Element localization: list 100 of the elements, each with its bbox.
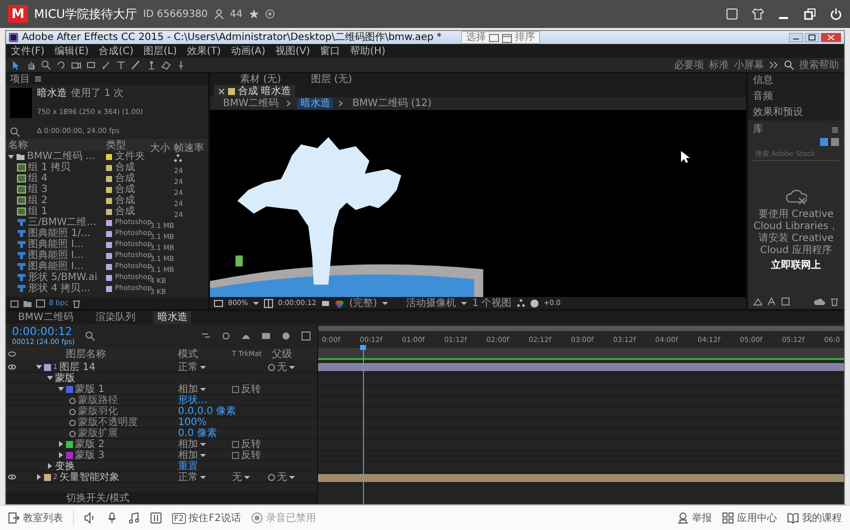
pickwhip-icon[interactable] bbox=[268, 474, 275, 480]
column-header[interactable]: 大小 bbox=[150, 142, 170, 154]
bottom-bar-link[interactable]: 应用中心 bbox=[722, 511, 777, 525]
disclosure-triangle-icon[interactable] bbox=[47, 463, 53, 469]
mode-dropdown[interactable]: 相加 bbox=[178, 384, 198, 394]
folder-icon[interactable] bbox=[23, 298, 32, 308]
column-header[interactable]: 图层名称 bbox=[66, 348, 106, 360]
restore-icon[interactable] bbox=[804, 8, 816, 20]
disclosure-triangle-icon[interactable] bbox=[8, 154, 14, 160]
square-icon[interactable] bbox=[781, 297, 790, 306]
trkmat-dropdown[interactable]: 无 bbox=[232, 472, 242, 482]
shirt-icon[interactable] bbox=[752, 8, 764, 20]
eye-icon[interactable] bbox=[8, 364, 16, 370]
menu-item[interactable]: 效果(T) bbox=[186, 46, 221, 56]
grid-icon[interactable] bbox=[264, 298, 274, 308]
search-icon[interactable] bbox=[784, 60, 794, 70]
playhead-handle[interactable] bbox=[360, 345, 366, 350]
property-value[interactable]: 100% bbox=[178, 416, 207, 428]
property-group-name[interactable]: 蒙版 bbox=[55, 372, 75, 384]
column-header[interactable]: 帧速率 bbox=[174, 142, 204, 154]
window-icon[interactable] bbox=[489, 32, 499, 42]
menu-item[interactable]: 视图(V) bbox=[275, 46, 310, 56]
music-note-icon[interactable] bbox=[128, 512, 140, 524]
panel-title[interactable]: 音频 bbox=[753, 91, 773, 102]
property-value[interactable]: 0.0 像素 bbox=[178, 428, 218, 438]
menu-item[interactable]: 帮助(H) bbox=[350, 46, 386, 56]
playhead-line[interactable] bbox=[362, 350, 364, 504]
bottom-bar-link[interactable]: 我的课程 bbox=[787, 511, 842, 525]
layer-name[interactable]: 矢量智能对象 bbox=[59, 472, 120, 482]
close-icon[interactable] bbox=[821, 33, 841, 42]
help-search-field[interactable]: 搜索帮助 bbox=[799, 60, 839, 70]
menu-item[interactable]: 窗口 bbox=[320, 46, 340, 56]
workspace-tab[interactable]: 标准 bbox=[709, 60, 729, 70]
view-layout-dropdown[interactable]: 1 个视图 bbox=[472, 298, 512, 308]
menu-item[interactable]: 合成(C) bbox=[98, 46, 134, 56]
selection-arrow-icon[interactable] bbox=[11, 60, 21, 70]
disclosure-triangle-icon[interactable] bbox=[58, 386, 64, 392]
overlay-label[interactable]: 选择 bbox=[466, 32, 486, 43]
disclosure-triangle-icon[interactable] bbox=[58, 452, 64, 458]
text-style-icon[interactable] bbox=[767, 297, 776, 306]
search-icon[interactable] bbox=[84, 331, 95, 341]
parent-dropdown[interactable]: 无 bbox=[277, 472, 287, 482]
column-header[interactable]: 名称 bbox=[8, 140, 28, 150]
current-time[interactable]: 0:00:00:12 bbox=[12, 325, 75, 338]
layer-name[interactable]: 图层 14 bbox=[59, 362, 96, 372]
workspace-tab[interactable]: 必要项 bbox=[674, 60, 704, 70]
stamp-icon[interactable] bbox=[146, 60, 156, 70]
graph-editor-icon[interactable] bbox=[301, 331, 311, 341]
menu-item[interactable]: 动画(A) bbox=[230, 46, 266, 56]
property-value[interactable]: 重置 bbox=[178, 460, 198, 472]
menu-icon[interactable] bbox=[34, 75, 42, 83]
color-channels-icon[interactable] bbox=[335, 298, 344, 308]
calendar-icon[interactable] bbox=[502, 32, 512, 42]
disclosure-triangle-icon[interactable] bbox=[36, 474, 42, 480]
panel-title[interactable]: 信息 bbox=[753, 75, 773, 86]
panel-tab[interactable]: 图层 (无) bbox=[310, 74, 352, 84]
mask-name[interactable]: 蒙版 3 bbox=[75, 450, 105, 460]
parent-dropdown[interactable]: 无 bbox=[277, 362, 287, 372]
column-header[interactable]: 模式 bbox=[178, 348, 198, 360]
eraser-icon[interactable] bbox=[161, 60, 171, 70]
disclosure-triangle-icon[interactable] bbox=[47, 375, 53, 381]
maximize-icon[interactable] bbox=[805, 33, 819, 42]
breadcrumb-tab[interactable]: BMW二维码 (12) bbox=[349, 98, 434, 109]
panel-tab[interactable]: 素材 (无) bbox=[240, 74, 281, 84]
mode-dropdown[interactable]: 正常 bbox=[178, 362, 198, 372]
connect-link[interactable]: 立即联网上 bbox=[753, 260, 839, 270]
minimize-icon[interactable] bbox=[789, 33, 803, 42]
pickwhip-icon[interactable] bbox=[268, 364, 275, 370]
push-to-talk-label[interactable]: 按住F2说话 bbox=[188, 511, 241, 525]
trash-icon[interactable] bbox=[72, 298, 82, 308]
microphone-icon[interactable] bbox=[106, 512, 118, 524]
panel-tab[interactable]: BMW二维码 bbox=[14, 311, 78, 324]
mask-name[interactable]: 蒙版 1 bbox=[75, 384, 105, 394]
column-header[interactable]: 父级 bbox=[272, 348, 292, 360]
panel-tab[interactable]: 合成 暗水造 bbox=[214, 85, 296, 97]
panel-title[interactable]: 库 bbox=[753, 124, 763, 135]
menu-item[interactable]: 图层(L) bbox=[143, 46, 177, 56]
cloud-icon[interactable] bbox=[814, 297, 825, 306]
pen-icon[interactable] bbox=[101, 60, 111, 70]
work-area-range[interactable] bbox=[318, 348, 844, 360]
trash-icon[interactable] bbox=[830, 297, 839, 306]
mask-name[interactable]: 蒙版 2 bbox=[75, 438, 105, 450]
menu-item[interactable]: 编辑(E) bbox=[54, 46, 89, 56]
search-icon[interactable] bbox=[10, 127, 20, 137]
mode-dropdown[interactable]: 相加 bbox=[178, 450, 198, 460]
power-icon[interactable] bbox=[830, 8, 842, 20]
breadcrumb-tab[interactable]: 暗水造 bbox=[297, 98, 334, 109]
mode-dropdown[interactable]: 相加 bbox=[178, 438, 198, 450]
overlay-label[interactable]: 排序 bbox=[515, 32, 535, 43]
snapshot-icon[interactable] bbox=[214, 298, 223, 308]
resolution-dropdown[interactable]: (完整) bbox=[349, 298, 378, 308]
rotate-icon[interactable] bbox=[56, 60, 66, 70]
speaker-icon[interactable] bbox=[84, 512, 96, 524]
bottom-bar-link[interactable]: 教室列表 bbox=[8, 511, 63, 525]
checkbox[interactable] bbox=[232, 440, 239, 448]
panel-tab[interactable]: 暗水造 bbox=[153, 311, 192, 324]
disclosure-triangle-icon[interactable] bbox=[58, 441, 64, 447]
brush-icon[interactable] bbox=[131, 60, 141, 70]
column-header[interactable]: 类型 bbox=[106, 140, 126, 150]
property-value[interactable]: 形状... bbox=[178, 394, 208, 406]
